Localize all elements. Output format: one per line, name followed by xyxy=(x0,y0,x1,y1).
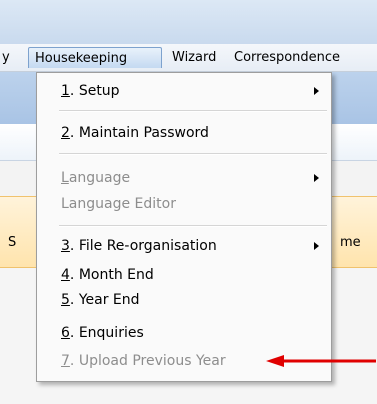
menu-option-accelerator: 6 xyxy=(61,325,70,341)
menu-option-year-end[interactable]: 5. Year End xyxy=(37,288,331,312)
menu-bar: y Housekeeping Wizard Correspondence xyxy=(0,44,377,72)
menu-option-language[interactable]: Language xyxy=(37,166,331,190)
menu-option-label: . Enquiries xyxy=(69,325,144,341)
menu-wizard[interactable]: Wizard xyxy=(166,47,222,68)
menu-housekeeping[interactable]: Housekeeping xyxy=(28,47,162,68)
menu-correspondence[interactable]: Correspondence xyxy=(228,47,346,68)
menu-separator xyxy=(59,225,327,227)
menu-option-accelerator: 3 xyxy=(61,238,70,254)
menu-separator xyxy=(59,110,327,112)
menu-option-language-editor[interactable]: Language Editor xyxy=(37,192,331,216)
menu-option-accelerator: L xyxy=(61,170,69,186)
menu-option-accelerator: 2 xyxy=(61,125,70,141)
menu-option-label: . Setup xyxy=(69,83,120,99)
submenu-arrow-icon xyxy=(314,87,319,95)
menu-option-label: . File Re-organisation xyxy=(69,238,217,254)
menu-option-enquiries[interactable]: 6. Enquiries xyxy=(37,321,331,345)
title-bar xyxy=(0,0,377,44)
menu-item-partial[interactable]: y xyxy=(0,47,16,68)
menu-option-file-reorganisation[interactable]: 3. File Re-organisation xyxy=(37,234,331,258)
annotation-arrow-icon xyxy=(266,355,376,367)
menu-option-month-end[interactable]: 4. Month End xyxy=(37,263,331,287)
menu-option-label: . Maintain Password xyxy=(69,125,209,141)
menu-option-accelerator: 1 xyxy=(61,83,70,99)
notification-text-left: S xyxy=(8,235,17,250)
menu-option-accelerator: 4 xyxy=(61,267,70,283)
housekeeping-dropdown: 1. Setup 2. Maintain Password Language L… xyxy=(36,72,332,382)
menu-option-label: Language Editor xyxy=(61,196,176,212)
menu-option-label: . Month End xyxy=(69,267,154,283)
menu-option-label: . Year End xyxy=(69,292,140,308)
menu-option-maintain-password[interactable]: 2. Maintain Password xyxy=(37,121,331,145)
submenu-arrow-icon xyxy=(314,242,319,250)
notification-text-right: me xyxy=(340,235,361,250)
menu-option-accelerator: 7 xyxy=(61,353,70,369)
submenu-arrow-icon xyxy=(314,174,319,182)
app-window: y Housekeeping Wizard Correspondence S m… xyxy=(0,0,377,404)
menu-option-setup[interactable]: 1. Setup xyxy=(37,79,331,103)
menu-option-accelerator: 5 xyxy=(61,292,70,308)
menu-option-label: . Upload Previous Year xyxy=(69,353,226,369)
menu-separator xyxy=(59,153,327,155)
menu-option-label: anguage xyxy=(68,170,131,186)
